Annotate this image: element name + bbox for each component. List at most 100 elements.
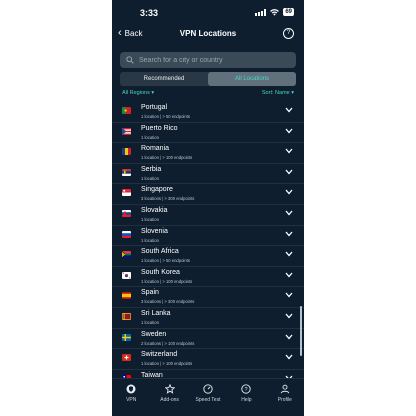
tab-label: Profile (277, 397, 292, 403)
tab-label: Help (241, 397, 252, 403)
filter-bar: All Regions ▾ Sort: Name ▾ (120, 90, 296, 100)
tab-all-locations[interactable]: All Locations (208, 72, 296, 86)
country-row[interactable]: Slovakia 1 location (112, 205, 304, 226)
chevron-down-icon[interactable] (285, 231, 293, 237)
scrollbar[interactable] (300, 306, 302, 356)
tab-recommended[interactable]: Recommended (120, 72, 208, 86)
country-name: Singapore (141, 186, 173, 194)
country-name: Spain (141, 289, 159, 297)
region-filter[interactable]: All Regions ▾ (122, 90, 154, 96)
romania-flag-icon (122, 148, 131, 156)
country-row[interactable]: Slovenia 1 location (112, 226, 304, 247)
location-segmented-control: Recommended All Locations (120, 72, 296, 86)
country-row[interactable]: Sri Lanka 1 location (112, 308, 304, 329)
status-time: 3:33 (140, 8, 159, 18)
help-button[interactable]: ? (283, 28, 294, 39)
chevron-down-icon[interactable] (285, 148, 293, 154)
country-row[interactable]: Portugal 1 location | > 50 endpoints (112, 102, 304, 123)
svg-text:?: ? (245, 387, 248, 393)
serbia-flag-icon (122, 168, 131, 176)
country-name: Slovakia (141, 206, 168, 214)
spain-flag-icon (122, 292, 131, 300)
chevron-down-icon[interactable] (285, 272, 293, 278)
search-input[interactable] (139, 56, 289, 64)
chevron-down-icon[interactable] (285, 210, 293, 216)
portugal-flag-icon (122, 107, 131, 114)
chevron-down-icon[interactable] (285, 169, 293, 175)
tab-vpn[interactable]: VPN (112, 379, 150, 416)
puerto-rico-flag-icon (122, 127, 131, 135)
country-name: Romania (141, 145, 170, 153)
country-detail: 3 locations | > 300 endpoints (141, 196, 195, 202)
south-africa-flag-icon (122, 251, 131, 259)
chevron-down-icon[interactable] (285, 107, 293, 113)
country-detail: 1 location (141, 319, 159, 325)
country-name: Slovenia (141, 227, 168, 235)
country-name: Serbia (141, 165, 162, 173)
chevron-down-icon[interactable] (285, 313, 293, 319)
bottom-tab-bar: VPN Add-ons Speed Test? Help Profile (112, 378, 304, 416)
country-row[interactable]: South Africa 1 location | > 50 endpoints (112, 246, 304, 267)
tab-profile[interactable]: Profile (266, 379, 304, 416)
country-row[interactable]: Serbia 1 location (112, 164, 304, 185)
country-name: Switzerland (141, 351, 178, 359)
country-detail: 1 location | > 50 endpoints (141, 258, 190, 264)
country-name: Portugal (141, 104, 168, 111)
country-row[interactable]: Spain 3 locations | > 300 endpoints (112, 287, 304, 308)
tab-add-ons[interactable]: Add-ons (150, 379, 188, 416)
vpn-icon (126, 384, 136, 394)
country-detail: 1 location | > 100 endpoints (141, 361, 193, 367)
country-name: Puerto Rico (141, 124, 178, 132)
page-title: VPN Locations (179, 29, 237, 38)
chevron-down-icon[interactable] (285, 354, 293, 360)
star-icon (164, 384, 175, 394)
country-row[interactable]: Puerto Rico 1 location (112, 123, 304, 144)
help-icon: ? (241, 384, 252, 394)
country-row[interactable]: Romania 1 location | > 100 endpoints (112, 143, 304, 164)
search-bar[interactable] (120, 52, 296, 68)
country-row[interactable]: Sweden 2 locations | > 100 endpoints (112, 329, 304, 350)
country-row[interactable]: Switzerland 1 location | > 100 endpoints (112, 349, 304, 370)
tab-label: VPN (126, 397, 137, 403)
tab-speed-test[interactable]: Speed Test (189, 379, 227, 416)
search-icon (126, 56, 134, 64)
country-detail: 3 locations | > 300 endpoints (141, 299, 195, 305)
app-screen: 3:33 69 ‹ Back VPN Locations ? Recommend… (112, 0, 304, 416)
tab-label: Add-ons (160, 397, 179, 403)
status-bar: 3:33 69 (112, 0, 304, 24)
sort-dropdown[interactable]: Sort: Name ▾ (262, 90, 294, 96)
singapore-flag-icon (122, 189, 131, 197)
tab-label: Speed Test (195, 397, 221, 403)
tab-help[interactable]: ? Help (227, 379, 265, 416)
country-detail: 2 locations | > 100 endpoints (141, 340, 195, 346)
wifi-icon (270, 8, 280, 16)
country-name: Sweden (141, 330, 167, 338)
navigation-bar: ‹ Back VPN Locations ? (112, 24, 304, 44)
slovakia-flag-icon (122, 209, 131, 217)
country-detail: 1 location | > 100 endpoints (141, 278, 193, 284)
chevron-down-icon[interactable] (285, 334, 293, 340)
signal-icon (255, 8, 267, 16)
status-icons: 69 (255, 8, 294, 16)
country-detail: 1 location | > 100 endpoints (141, 155, 193, 161)
profile-icon (280, 384, 290, 394)
country-name: South Africa (141, 248, 179, 256)
sweden-flag-icon (122, 333, 131, 341)
chevron-down-icon[interactable] (285, 189, 293, 195)
country-detail: 1 location (141, 134, 159, 140)
country-row[interactable]: Singapore 3 locations | > 300 endpoints (112, 184, 304, 205)
switzerland-flag-icon (122, 354, 131, 362)
sri-lanka-flag-icon (122, 312, 131, 320)
chevron-down-icon[interactable] (285, 128, 293, 134)
country-name: Sri Lanka (141, 309, 171, 317)
chevron-down-icon[interactable] (285, 292, 293, 298)
chevron-down-icon[interactable] (285, 251, 293, 257)
south-korea-flag-icon (122, 271, 131, 279)
country-row[interactable]: South Korea 1 location | > 100 endpoints (112, 267, 304, 288)
country-list: Portugal 1 location | > 50 endpoints Puert… (112, 102, 304, 378)
battery-icon: 69 (283, 8, 294, 16)
speedometer-icon (203, 384, 213, 394)
country-row[interactable]: Taiwan1 location | > 50 endpoints (112, 370, 304, 378)
country-detail: 1 location (141, 175, 159, 181)
country-detail: 1 location | > 50 endpoints (141, 114, 190, 119)
